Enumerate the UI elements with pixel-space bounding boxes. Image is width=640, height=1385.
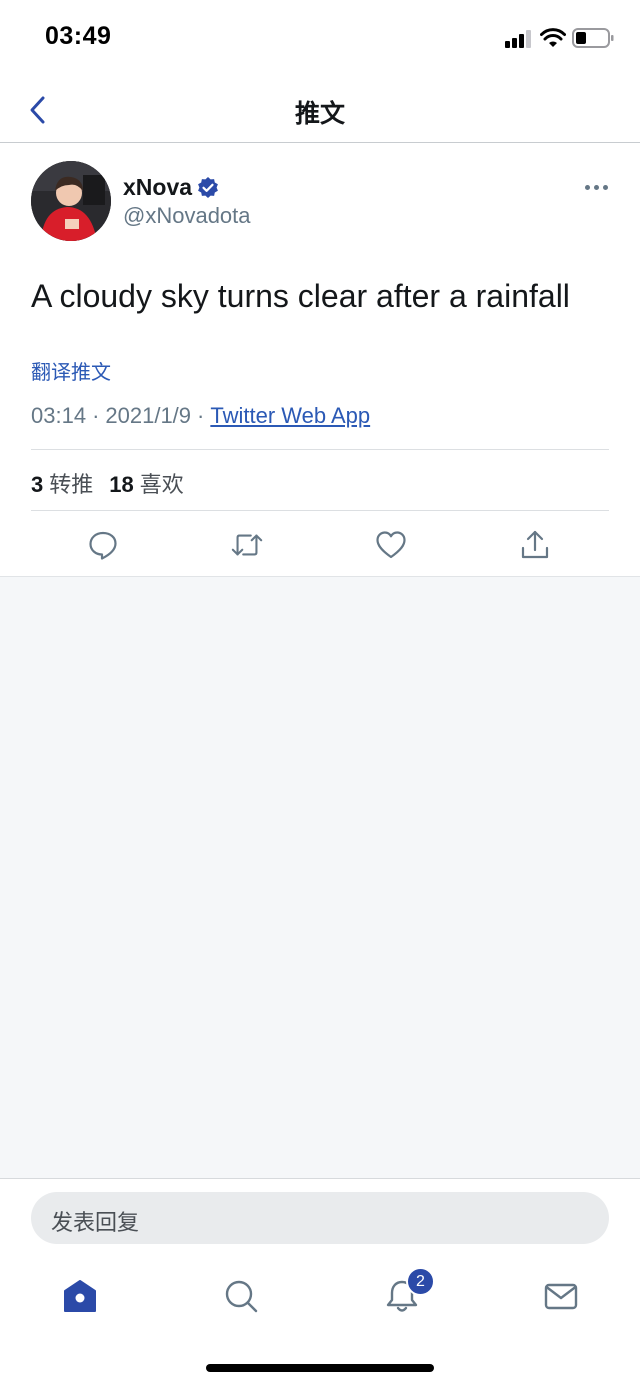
reply-button[interactable] (86, 528, 120, 562)
verified-badge-icon (198, 177, 218, 198)
more-dot (584, 184, 590, 190)
more-dot (593, 184, 599, 190)
likes-label: 喜欢 (139, 472, 184, 497)
tweet-stats: 3 转推 18 喜欢 (31, 467, 200, 499)
more-dot (602, 184, 608, 190)
translate-tweet-link[interactable]: 翻译推文 (31, 356, 111, 385)
divider (31, 449, 609, 450)
tab-home[interactable] (60, 1276, 100, 1316)
home-indicator (206, 1364, 434, 1372)
home-icon (64, 1280, 96, 1312)
search-icon (225, 1280, 258, 1313)
likes-count: 18 (109, 472, 134, 497)
share-icon (521, 530, 549, 559)
status-bar: 03:49 (0, 0, 640, 78)
reply-placeholder: 发表回复 (51, 1210, 140, 1235)
tab-search[interactable] (221, 1276, 261, 1316)
display-name[interactable]: xNova (123, 174, 192, 201)
retweets-count: 3 (31, 472, 44, 497)
likes-stat[interactable]: 18 喜欢 (109, 472, 200, 497)
retweets-stat[interactable]: 3 转推 (31, 472, 109, 497)
tweet-date: 2021/1/9 (105, 403, 192, 428)
divider (31, 510, 609, 511)
status-time: 03:49 (45, 22, 112, 50)
retweet-icon (231, 534, 263, 556)
cellular-signal-icon (505, 30, 535, 48)
page-title: 推文 (294, 100, 345, 128)
wifi-icon (540, 28, 566, 47)
reply-icon (89, 531, 117, 560)
nav-bar: 推文 (0, 78, 640, 143)
messages-icon (544, 1283, 578, 1310)
tweet-text: A cloudy sky turns clear after a rainfal… (31, 278, 570, 314)
like-button[interactable] (374, 528, 408, 562)
retweet-button[interactable] (230, 528, 264, 562)
avatar[interactable] (31, 161, 111, 241)
more-options-button[interactable] (580, 176, 612, 198)
user-handle[interactable]: @xNovadota (123, 203, 251, 229)
tweet-source-link[interactable]: Twitter Web App (210, 403, 370, 428)
share-button[interactable] (518, 528, 552, 562)
tweet-time: 03:14 (31, 403, 87, 428)
replies-area (0, 576, 640, 1179)
retweets-label: 转推 (49, 472, 94, 497)
reply-input[interactable]: 发表回复 (31, 1192, 609, 1244)
battery-icon (572, 28, 614, 48)
tweet-actions (0, 524, 640, 566)
avatar-image (31, 161, 111, 241)
meta-separator: · (92, 403, 100, 428)
like-icon (376, 531, 406, 559)
tab-messages[interactable] (541, 1276, 581, 1316)
meta-separator: · (197, 403, 205, 428)
tweet-meta: 03:14 · 2021/1/9 · Twitter Web App (31, 403, 370, 429)
notifications-badge: 2 (406, 1267, 435, 1296)
